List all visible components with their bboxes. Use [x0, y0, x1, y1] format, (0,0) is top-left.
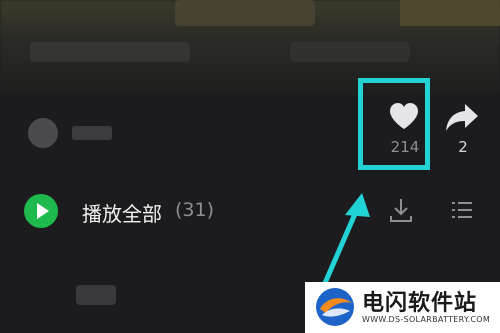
blurred-list-item: [76, 285, 116, 305]
creator-row[interactable]: [28, 118, 148, 148]
watermark-url: WWW.DS-SOLARBATTERY.COM: [362, 315, 491, 324]
heart-icon[interactable]: [388, 102, 420, 130]
share-icon[interactable]: [445, 102, 479, 132]
blurred-header-element: [400, 0, 500, 26]
blurred-text-line: [30, 42, 190, 62]
blurred-header-element: [175, 0, 315, 26]
download-icon[interactable]: [388, 196, 414, 224]
arrow-icon: [319, 193, 370, 293]
avatar[interactable]: [28, 118, 58, 148]
share-count: 2: [458, 138, 468, 156]
list-icon[interactable]: [450, 198, 474, 222]
track-count: (31): [175, 199, 215, 221]
play-all-label[interactable]: 播放全部: [82, 198, 162, 227]
play-icon: [37, 203, 49, 219]
like-count: 214: [390, 138, 420, 156]
creator-name-blurred: [72, 126, 112, 140]
blurred-text-line: [290, 42, 410, 62]
watermark-title: 电闪软件站: [362, 291, 478, 316]
watermark-logo-icon: [316, 288, 354, 326]
